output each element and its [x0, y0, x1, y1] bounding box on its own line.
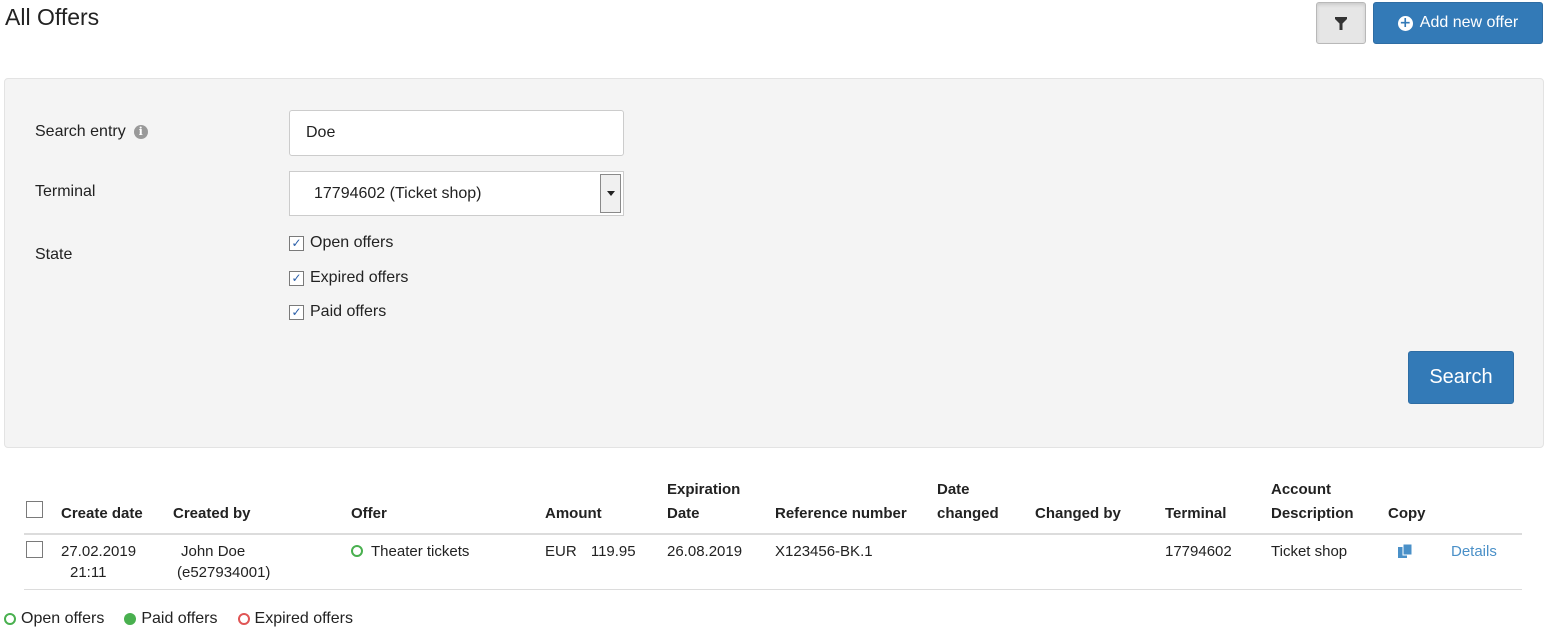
search-entry-input[interactable]	[289, 110, 624, 156]
amount-value: 119.95	[590, 543, 636, 560]
date-changed	[933, 534, 1031, 590]
col-expiration-date-line1: Expiration	[667, 481, 741, 498]
copy-cell	[1384, 534, 1447, 590]
info-icon[interactable]: i	[133, 125, 148, 139]
col-date-changed-line1: Date	[937, 481, 970, 498]
terminal-select[interactable]: 17794602 (Ticket shop)	[289, 171, 624, 216]
legend-open: Open offers	[4, 610, 104, 628]
col-account-description[interactable]: Account Description	[1267, 478, 1384, 535]
col-create-date[interactable]: Create date	[57, 478, 169, 535]
state-open-label: Open offers	[310, 234, 394, 251]
col-terminal[interactable]: Terminal	[1161, 478, 1267, 535]
created-by-cell: John Doe (e527934001)	[169, 534, 347, 590]
add-new-offer-button[interactable]: + Add new offer	[1373, 2, 1543, 44]
copy-icon[interactable]	[1398, 543, 1413, 558]
state-legend: Open offers Paid offers Expired offers	[4, 610, 373, 628]
search-entry-label-row: Search entry i	[35, 123, 148, 141]
reference-number: X123456-BK.1	[771, 534, 933, 590]
table-header-row: Create date Created by Offer Amount Expi…	[24, 478, 1522, 535]
state-paid-label: Paid offers	[310, 303, 387, 320]
col-reference-number[interactable]: Reference number	[771, 478, 933, 535]
col-account-description-line2: Description	[1271, 505, 1354, 522]
details-cell: Details	[1447, 534, 1522, 590]
terminal-selected-value: 17794602 (Ticket shop)	[314, 184, 482, 202]
state-checkbox-expired[interactable]: ✓ Expired offers	[289, 269, 408, 287]
paid-dot-icon	[124, 613, 137, 625]
currency: EUR	[545, 543, 577, 560]
create-time: 21:11	[70, 564, 107, 581]
col-copy: Copy	[1384, 478, 1447, 535]
created-by-name: John Doe	[181, 543, 246, 560]
row-select-cell	[24, 534, 57, 590]
col-date-changed[interactable]: Date changed	[933, 478, 1031, 535]
search-panel: Search entry i Terminal 17794602 (Ticket …	[4, 78, 1544, 448]
col-expiration-date[interactable]: Expiration Date	[663, 478, 771, 535]
legend-expired-label: Expired offers	[254, 610, 353, 627]
col-date-changed-line2: changed	[937, 505, 999, 522]
offer-name: Theater tickets	[371, 543, 470, 560]
checkbox-checked-icon[interactable]: ✓	[289, 304, 304, 320]
select-all-header	[24, 478, 57, 535]
funnel-icon	[1335, 16, 1347, 30]
page-title: All Offers	[5, 4, 100, 30]
create-date-cell: 27.02.2019 21:11	[57, 534, 169, 590]
col-amount[interactable]: Amount	[541, 478, 663, 535]
changed-by	[1031, 534, 1161, 590]
offers-table: Create date Created by Offer Amount Expi…	[24, 478, 1522, 590]
checkbox-checked-icon[interactable]: ✓	[289, 270, 304, 286]
plus-circle-icon: +	[1397, 14, 1413, 31]
expired-ring-icon	[237, 613, 250, 625]
select-all-checkbox[interactable]	[26, 501, 43, 518]
expiration-date: 26.08.2019	[663, 534, 771, 590]
amount-cell: EUR 119.95	[541, 534, 663, 590]
checkbox-checked-icon[interactable]: ✓	[289, 235, 304, 251]
account-description: Ticket shop	[1267, 534, 1384, 590]
terminal-label: Terminal	[35, 183, 96, 200]
state-label: State	[35, 246, 73, 263]
col-actions	[1447, 478, 1522, 535]
col-expiration-date-line2: Date	[667, 505, 700, 522]
col-offer[interactable]: Offer	[347, 478, 541, 535]
terminal: 17794602	[1161, 534, 1267, 590]
row-checkbox[interactable]	[26, 541, 43, 558]
add-new-offer-label: Add new offer	[1419, 14, 1519, 31]
col-changed-by[interactable]: Changed by	[1031, 478, 1161, 535]
state-checkbox-paid[interactable]: ✓ Paid offers	[289, 303, 386, 321]
table-row: 27.02.2019 21:11 John Doe (e527934001) T…	[24, 534, 1522, 590]
open-state-icon	[351, 545, 363, 557]
created-by-id: (e527934001)	[177, 564, 271, 581]
legend-paid: Paid offers	[124, 610, 218, 628]
dropdown-arrow-icon[interactable]	[600, 174, 621, 213]
create-date: 27.02.2019	[61, 543, 137, 560]
legend-paid-label: Paid offers	[141, 610, 218, 627]
state-checkbox-open[interactable]: ✓ Open offers	[289, 234, 393, 252]
col-created-by[interactable]: Created by	[169, 478, 347, 535]
filter-toggle-button[interactable]	[1316, 2, 1366, 44]
col-account-description-line1: Account	[1271, 481, 1331, 498]
search-entry-label: Search entry	[35, 123, 126, 140]
legend-open-label: Open offers	[21, 610, 105, 627]
open-ring-icon	[4, 613, 16, 625]
offer-cell: Theater tickets	[347, 534, 541, 590]
legend-expired: Expired offers	[237, 610, 353, 628]
state-expired-label: Expired offers	[310, 269, 409, 286]
details-link[interactable]: Details	[1451, 543, 1497, 560]
search-button[interactable]: Search	[1408, 351, 1514, 404]
